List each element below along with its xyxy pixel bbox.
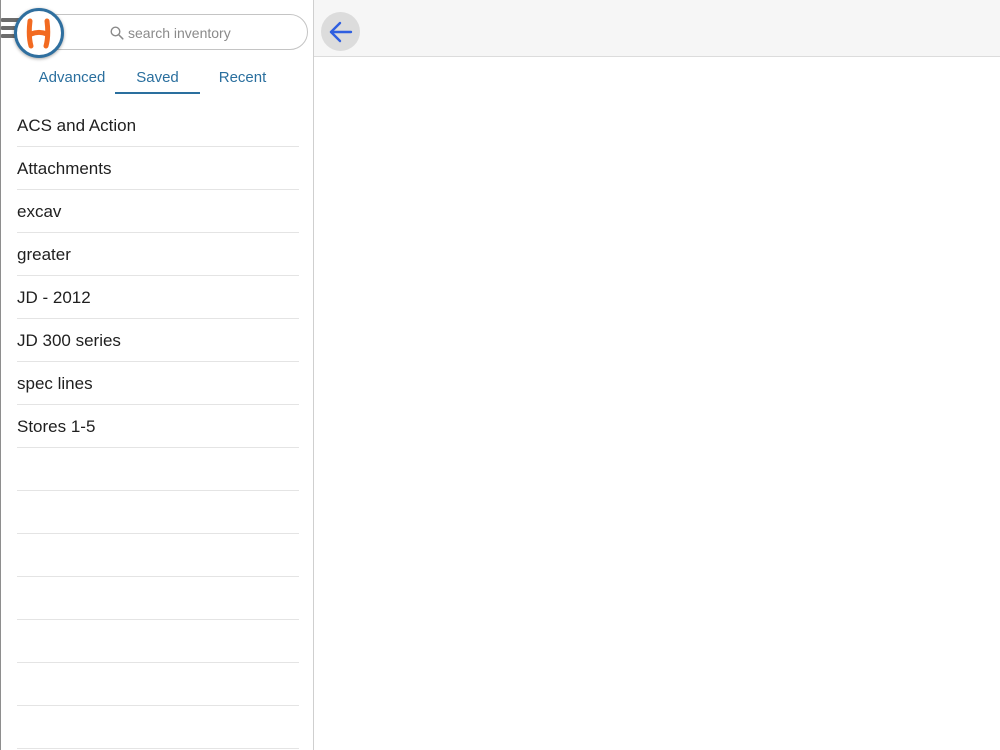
- empty-row: [17, 491, 299, 534]
- list-item[interactable]: excav: [17, 190, 299, 233]
- search-bar[interactable]: [39, 14, 308, 50]
- empty-row: [17, 706, 299, 749]
- search-tabs: Advanced Saved Recent: [29, 66, 285, 94]
- logo-h-icon: [26, 18, 51, 49]
- app-logo[interactable]: [14, 8, 64, 58]
- tab-advanced[interactable]: Advanced: [29, 66, 115, 94]
- empty-row: [17, 534, 299, 577]
- list-item[interactable]: JD 300 series: [17, 319, 299, 362]
- search-icon: [110, 26, 124, 40]
- tab-saved[interactable]: Saved: [115, 66, 200, 94]
- list-item[interactable]: JD - 2012: [17, 276, 299, 319]
- list-item[interactable]: ACS and Action: [17, 104, 299, 147]
- empty-row: [17, 663, 299, 706]
- sidebar: Advanced Saved Recent ACS and Action Att…: [0, 0, 314, 750]
- list-item[interactable]: greater: [17, 233, 299, 276]
- arrow-left-icon: [329, 21, 353, 43]
- list-item[interactable]: Attachments: [17, 147, 299, 190]
- back-button[interactable]: [321, 12, 360, 51]
- list-item[interactable]: spec lines: [17, 362, 299, 405]
- list-item[interactable]: Stores 1-5: [17, 405, 299, 448]
- saved-search-list: ACS and Action Attachments excav greater…: [17, 104, 299, 749]
- empty-row: [17, 448, 299, 491]
- detail-toolbar: [314, 0, 1000, 57]
- empty-row: [17, 577, 299, 620]
- detail-pane: [314, 0, 1000, 750]
- tab-recent[interactable]: Recent: [200, 66, 285, 94]
- search-input[interactable]: [128, 23, 298, 43]
- empty-row: [17, 620, 299, 663]
